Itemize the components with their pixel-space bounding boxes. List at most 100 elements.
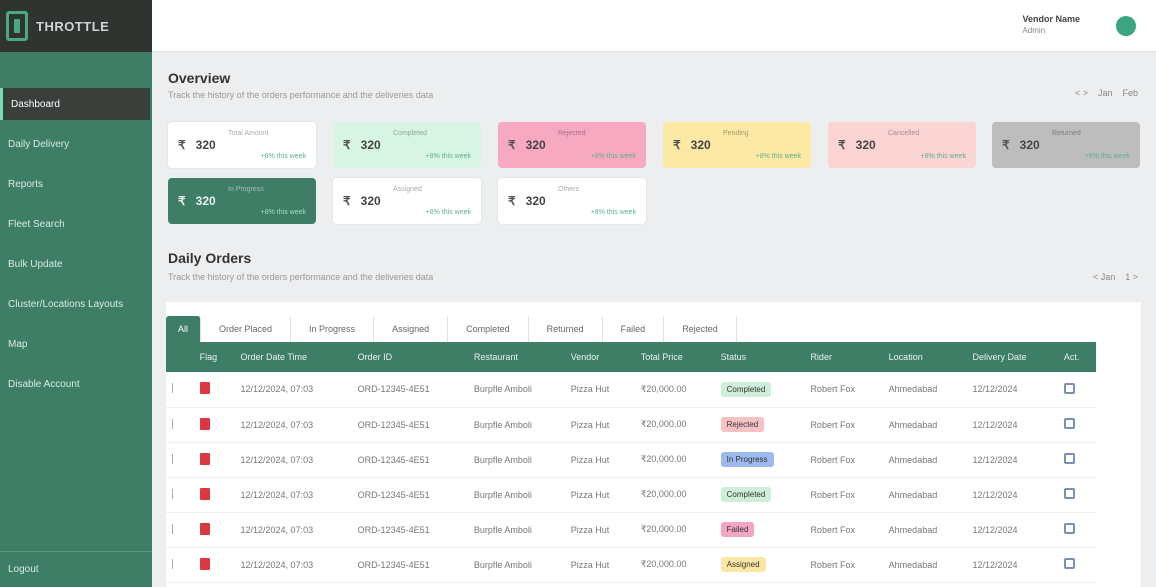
overview-card[interactable]: ₹320 Completed +8% this week: [333, 122, 481, 168]
user-info[interactable]: Vendor Name Admin: [1022, 14, 1080, 35]
row-expand-icon[interactable]: [172, 383, 180, 394]
tab-assigned[interactable]: Assigned: [374, 316, 449, 342]
daily-orders-subtitle: Track the history of the orders performa…: [168, 272, 434, 282]
column-header[interactable]: Vendor: [565, 342, 635, 372]
delivery-date-cell: 12/12/2024: [972, 559, 1018, 570]
rider-cell: Robert Fox: [810, 454, 855, 465]
status-badge: Assigned: [720, 557, 766, 572]
column-header[interactable]: Location: [883, 342, 967, 372]
column-header[interactable]: Total Price: [635, 342, 715, 372]
top-bar: Vendor Name Admin: [152, 0, 1156, 52]
price-cell: ₹20,000.00: [640, 559, 687, 569]
tab-all[interactable]: All: [166, 316, 202, 342]
sidebar-item-disable-account[interactable]: Disable Account: [0, 368, 152, 400]
column-header[interactable]: Act.: [1058, 342, 1096, 372]
column-header[interactable]: Restaurant: [468, 342, 565, 372]
order-id-cell: ORD-12345-4E51: [357, 454, 430, 465]
overview-card[interactable]: ₹320 Returned +8% this week: [992, 122, 1140, 168]
overview-subtitle: Track the history of the orders performa…: [168, 90, 434, 100]
user-role: Admin: [1022, 26, 1046, 35]
delivery-date-cell: 12/12/2024: [972, 419, 1018, 430]
order-date-cell: 12/12/2024, 07:03: [240, 384, 314, 395]
status-badge: In Progress: [720, 452, 774, 467]
order-id-cell: ORD-12345-4E51: [357, 559, 430, 570]
column-header[interactable]: Order Date Time: [235, 342, 352, 372]
view-icon[interactable]: [1063, 558, 1075, 569]
table-row[interactable]: 12/12/2024, 07:03 ORD-12345-4E51 Burpfle A…: [166, 477, 1096, 512]
row-expand-icon[interactable]: [172, 488, 180, 499]
table-row[interactable]: 12/12/2024, 07:03 ORD-12345-4E51 Burpfle A…: [166, 372, 1096, 407]
tab-order-placed[interactable]: Order Placed: [201, 316, 292, 342]
order-id-cell: ORD-12345-4E51: [357, 489, 430, 500]
location-cell: Ahmedabad: [888, 524, 938, 535]
column-header[interactable]: Delivery Date: [966, 342, 1057, 372]
overview-card[interactable]: ₹320 Pending +8% this week: [663, 122, 811, 168]
table-row[interactable]: 12/12/2024, 07:03 ORD-12345-4E51 Burpfle A…: [166, 547, 1096, 582]
logout-button[interactable]: Logout: [0, 551, 152, 587]
overview-nav-button[interactable]: < >: [1075, 88, 1088, 98]
restaurant-cell: Burpfle Amboli: [473, 489, 532, 500]
order-date-cell: 12/12/2024, 07:03: [240, 489, 314, 500]
sidebar-item-map[interactable]: Map: [0, 328, 152, 360]
overview-card[interactable]: ₹320 Cancelled +8% this week: [828, 122, 976, 168]
view-icon[interactable]: [1063, 382, 1075, 394]
overview-card[interactable]: ₹320 Assigned +8% this week: [333, 178, 481, 224]
sidebar-item-cluster-layouts[interactable]: Cluster/Locations Layouts: [0, 288, 152, 320]
sidebar-item-fleet-search[interactable]: Fleet Search: [0, 208, 152, 240]
sidebar-item-bulk-update[interactable]: Bulk Update: [0, 248, 152, 280]
sidebar-item-reports[interactable]: Reports: [0, 168, 152, 200]
overview-card[interactable]: ₹320 Total Amount +8% this week: [168, 122, 316, 168]
tab-completed[interactable]: Completed: [448, 316, 529, 342]
view-icon[interactable]: [1063, 453, 1075, 464]
overview-card[interactable]: ₹320 In Progress +8% this week: [168, 178, 316, 224]
overview-card[interactable]: ₹320 Others +8% this week: [498, 178, 646, 224]
column-header[interactable]: Status: [715, 342, 805, 372]
vendor-cell: Pizza Hut: [570, 559, 610, 570]
daily-orders-title: Daily Orders: [168, 250, 252, 266]
user-name: Vendor Name: [1022, 14, 1080, 24]
daily-orders-month-button[interactable]: < Jan: [1093, 272, 1115, 282]
card-value: 320: [360, 138, 381, 152]
rider-cell: Robert Fox: [810, 384, 855, 395]
column-header[interactable]: Rider: [804, 342, 882, 372]
column-header[interactable]: Order ID: [352, 342, 468, 372]
currency-icon: ₹: [508, 194, 516, 208]
overview-month-button[interactable]: Feb: [1122, 88, 1138, 98]
row-expand-icon[interactable]: [172, 523, 180, 534]
column-header[interactable]: Flag: [194, 342, 235, 372]
delivery-date-cell: 12/12/2024: [972, 454, 1018, 465]
tab-rejected[interactable]: Rejected: [664, 316, 737, 342]
row-expand-icon[interactable]: [172, 558, 180, 569]
table-row[interactable]: 12/12/2024, 07:03 ORD-12345-4E51 Burpfle A…: [166, 512, 1096, 547]
table-row[interactable]: 12/12/2024, 07:03 ORD-12345-4E51 Burpfle A…: [166, 442, 1096, 477]
card-label: Pending: [723, 130, 749, 137]
order-id-cell: ORD-12345-4E51: [357, 384, 430, 395]
row-expand-icon[interactable]: [172, 453, 180, 464]
location-cell: Ahmedabad: [888, 454, 938, 465]
tab-returned[interactable]: Returned: [529, 316, 603, 342]
location-cell: Ahmedabad: [888, 384, 938, 395]
view-icon[interactable]: [1063, 523, 1075, 534]
avatar[interactable]: [1116, 16, 1136, 36]
vendor-cell: Pizza Hut: [570, 524, 610, 535]
column-header[interactable]: [166, 342, 194, 372]
view-icon[interactable]: [1063, 488, 1075, 499]
sidebar-item-dashboard[interactable]: Dashboard: [0, 88, 150, 120]
card-value: 320: [690, 138, 711, 152]
table-row[interactable]: 12/12/2024, 07:03 ORD-12345-4E51 Burpfle A…: [166, 407, 1096, 442]
currency-icon: ₹: [1002, 138, 1010, 152]
table-body: 12/12/2024, 07:03 ORD-12345-4E51 Burpfle A…: [166, 372, 1096, 582]
tab-failed[interactable]: Failed: [603, 316, 665, 342]
row-expand-icon[interactable]: [172, 418, 180, 429]
overview-month-button[interactable]: Jan: [1098, 88, 1113, 98]
card-value: 320: [1019, 138, 1040, 152]
orders-table: Flag Order Date Time Order ID Restaurant Ven…: [166, 342, 1096, 583]
daily-orders-page-button[interactable]: 1 >: [1125, 272, 1138, 282]
card-change: +8% this week: [920, 153, 966, 160]
order-date-cell: 12/12/2024, 07:03: [240, 559, 314, 570]
overview-card[interactable]: ₹320 Rejected +8% this week: [498, 122, 646, 168]
order-date-cell: 12/12/2024, 07:03: [240, 524, 314, 535]
tab-in-progress[interactable]: In Progress: [291, 316, 375, 342]
sidebar-item-daily-delivery[interactable]: Daily Delivery: [0, 128, 152, 160]
view-icon[interactable]: [1063, 418, 1075, 429]
